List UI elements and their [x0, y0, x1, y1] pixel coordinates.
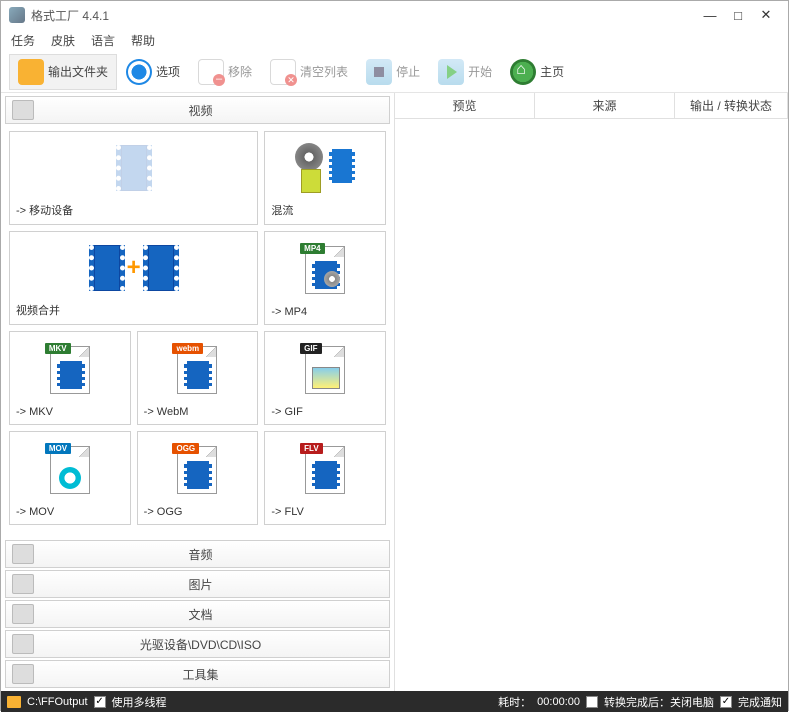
clear-list-button[interactable]: 清空列表	[261, 54, 357, 90]
tools-icon	[12, 664, 34, 684]
card-mkv-label: -> MKV	[16, 406, 53, 418]
card-mov[interactable]: MOV -> MOV	[9, 431, 131, 525]
task-list-body	[395, 119, 788, 691]
category-video[interactable]: 视频	[5, 96, 390, 124]
multithread-label: 使用多线程	[112, 694, 167, 710]
col-status[interactable]: 输出 / 转换状态	[675, 93, 788, 118]
menu-skin[interactable]: 皮肤	[51, 32, 75, 49]
output-folder-label: 输出文件夹	[48, 63, 108, 80]
category-document-label: 文档	[40, 606, 361, 623]
home-label: 主页	[540, 63, 564, 80]
status-folder-icon[interactable]	[7, 696, 21, 708]
card-gif-label: -> GIF	[271, 406, 302, 418]
film-icon	[12, 100, 34, 120]
card-mp4-label: -> MP4	[271, 306, 307, 318]
stop-button[interactable]: 停止	[357, 54, 429, 90]
gif-icon: GIF	[305, 346, 345, 394]
video-options: -> 移动设备 混流 + 视频合并 MP4 -> MP4 MKV -> MKV	[3, 125, 392, 539]
disc-icon	[12, 634, 34, 654]
category-tools-label: 工具集	[40, 666, 361, 683]
clear-label: 清空列表	[300, 63, 348, 80]
category-video-label: 视频	[40, 102, 361, 119]
category-tools[interactable]: 工具集	[5, 660, 390, 688]
play-icon	[438, 59, 464, 85]
output-folder-button[interactable]: 输出文件夹	[9, 54, 117, 90]
folder-icon	[18, 59, 44, 85]
remove-button[interactable]: 移除	[189, 54, 261, 90]
col-preview[interactable]: 预览	[395, 93, 535, 118]
music-icon	[12, 544, 34, 564]
mobile-icon	[16, 138, 251, 198]
card-gif[interactable]: GIF -> GIF	[264, 331, 386, 425]
mp4-icon: MP4	[305, 246, 345, 294]
task-list-header: 预览 来源 输出 / 转换状态	[395, 93, 788, 119]
status-bar: C:\FFOutput ✓ 使用多线程 耗时： 00:00:00 转换完成后：关…	[1, 691, 788, 712]
app-icon	[9, 7, 25, 23]
shutdown-label: 转换完成后：关闭电脑	[604, 694, 714, 710]
category-audio[interactable]: 音频	[5, 540, 390, 568]
card-mux-label: 混流	[271, 202, 293, 218]
clear-icon	[270, 59, 296, 85]
mov-icon: MOV	[50, 446, 90, 494]
card-ogg-label: -> OGG	[144, 506, 183, 518]
output-path[interactable]: C:\FFOutput	[27, 696, 88, 708]
card-video-merge[interactable]: + 视频合并	[9, 231, 258, 325]
card-merge-label: 视频合并	[16, 302, 60, 318]
card-mkv[interactable]: MKV -> MKV	[9, 331, 131, 425]
menu-language[interactable]: 语言	[91, 32, 115, 49]
category-disc-label: 光驱设备\DVD\CD\ISO	[40, 636, 361, 653]
minimize-button[interactable]: —	[696, 8, 724, 23]
menu-help[interactable]: 帮助	[131, 32, 155, 49]
category-disc[interactable]: 光驱设备\DVD\CD\ISO	[5, 630, 390, 658]
card-mux[interactable]: 混流	[264, 131, 386, 225]
maximize-button[interactable]: □	[724, 8, 752, 23]
mux-icon	[295, 143, 355, 193]
category-audio-label: 音频	[40, 546, 361, 563]
elapsed-time: 00:00:00	[537, 696, 580, 708]
card-flv[interactable]: FLV -> FLV	[264, 431, 386, 525]
close-button[interactable]: ✕	[752, 7, 780, 23]
options-button[interactable]: 选项	[117, 54, 189, 90]
flv-icon: FLV	[305, 446, 345, 494]
stop-label: 停止	[396, 63, 420, 80]
ogg-icon: OGG	[177, 446, 217, 494]
card-webm-label: -> WebM	[144, 406, 189, 418]
gear-icon	[126, 59, 152, 85]
webm-icon: webm	[177, 346, 217, 394]
document-icon	[12, 604, 34, 624]
card-ogg[interactable]: OGG -> OGG	[137, 431, 259, 525]
merge-icon: +	[89, 245, 179, 291]
card-mov-label: -> MOV	[16, 506, 54, 518]
notify-label: 完成通知	[738, 694, 782, 710]
task-list-panel: 预览 来源 输出 / 转换状态	[395, 93, 788, 691]
multithread-checkbox[interactable]: ✓	[94, 696, 106, 708]
card-flv-label: -> FLV	[271, 506, 304, 518]
card-mobile-label: -> 移动设备	[16, 202, 73, 218]
mkv-icon: MKV	[50, 346, 90, 394]
elapsed-label: 耗时：	[498, 694, 531, 710]
remove-icon	[198, 59, 224, 85]
card-webm[interactable]: webm -> WebM	[137, 331, 259, 425]
stop-icon	[366, 59, 392, 85]
start-button[interactable]: 开始	[429, 54, 501, 90]
home-button[interactable]: 主页	[501, 54, 573, 90]
home-icon	[510, 59, 536, 85]
col-source[interactable]: 来源	[535, 93, 675, 118]
start-label: 开始	[468, 63, 492, 80]
options-label: 选项	[156, 63, 180, 80]
menu-task[interactable]: 任务	[11, 32, 35, 49]
window-title: 格式工厂 4.4.1	[31, 7, 696, 24]
picture-icon	[12, 574, 34, 594]
category-picture[interactable]: 图片	[5, 570, 390, 598]
shutdown-checkbox[interactable]	[586, 696, 598, 708]
notify-checkbox[interactable]: ✓	[720, 696, 732, 708]
category-document[interactable]: 文档	[5, 600, 390, 628]
remove-label: 移除	[228, 63, 252, 80]
category-picture-label: 图片	[40, 576, 361, 593]
card-mp4[interactable]: MP4 -> MP4	[264, 231, 386, 325]
category-panel: 视频 -> 移动设备 混流 + 视频合并 MP4 -> MP4	[1, 93, 395, 691]
card-mobile-device[interactable]: -> 移动设备	[9, 131, 258, 225]
